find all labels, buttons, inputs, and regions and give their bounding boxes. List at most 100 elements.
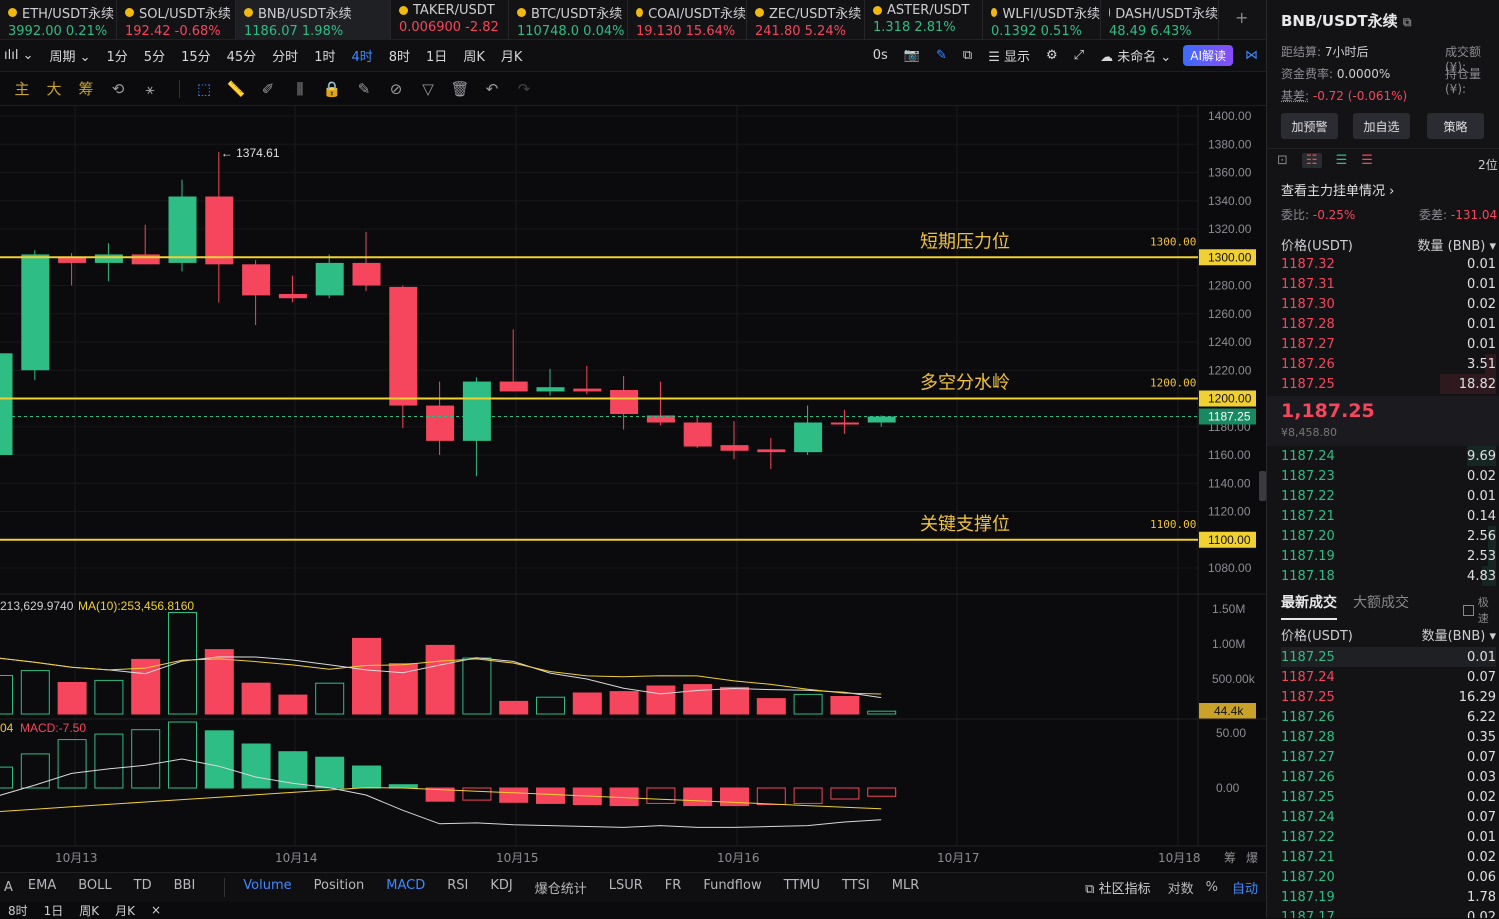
price-chart[interactable]: 1400.00 1380.00 1360.00 1340.00 1320.00 1300.… [0, 106, 1266, 872]
ticker-tab[interactable]: TAKER/USDT 0.006900 -2.82 [391, 0, 509, 40]
add-favorite-button[interactable]: 加自选 [1353, 113, 1410, 139]
interval-4[interactable]: 45分 [219, 46, 265, 65]
indicator-ema[interactable]: EMA [17, 878, 67, 897]
strategy-button[interactable]: 策略 [1427, 113, 1484, 139]
indicator-fr[interactable]: FR [654, 878, 693, 897]
mode-bids-icon[interactable]: ☰ [1336, 153, 1348, 168]
redo-icon[interactable]: ↷ [508, 80, 540, 98]
community-indicators[interactable]: ⧉ 社区指标 [1074, 878, 1161, 897]
lock-icon[interactable]: 🔒 [316, 80, 348, 98]
indicator-rsi[interactable]: RSI [436, 878, 479, 897]
bottom-interval-3[interactable]: 月K [107, 902, 143, 919]
orderbook-row[interactable]: 1187.32 0.01 [1281, 254, 1496, 274]
orderbook-row[interactable]: 1187.21 0.14 [1281, 506, 1496, 526]
indicator-爆仓统计[interactable]: 爆仓统计 [524, 878, 598, 897]
indicator-ttsi[interactable]: TTSI [831, 878, 881, 897]
indicator-kdj[interactable]: KDJ [479, 878, 523, 897]
indicator-mlr[interactable]: MLR [881, 878, 931, 897]
interval-5[interactable]: 分时 [264, 46, 306, 65]
burst-toggle[interactable]: 爆 [1246, 851, 1258, 865]
indicator-ttmu[interactable]: TTMU [773, 878, 831, 897]
pen-icon[interactable]: ✎ [928, 48, 955, 63]
ticker-tab[interactable]: ETH/USDT永续 3992.00 0.21% [0, 0, 117, 40]
mode-both-icon[interactable]: ⊡ [1277, 153, 1288, 168]
indicator-volume[interactable]: Volume [224, 878, 302, 897]
trash-icon[interactable]: 🗑 [444, 80, 476, 98]
checkbox[interactable] [1463, 605, 1474, 616]
header-qty[interactable]: 数量 (BNB) ▾ [1417, 235, 1496, 254]
fullscreen-icon[interactable]: ⤢ [1066, 48, 1092, 63]
depth-select[interactable]: 2位 [1478, 156, 1498, 173]
brush-icon[interactable]: ✐ [252, 80, 284, 98]
bottom-interval-0[interactable]: 8时 [0, 902, 36, 919]
orderbook-row[interactable]: 1187.30 0.02 [1281, 294, 1496, 314]
orderbook-row[interactable]: 1187.31 0.01 [1281, 274, 1496, 294]
main-indicator-button[interactable]: 主 [6, 78, 38, 99]
indicator-fundflow[interactable]: Fundflow [692, 878, 772, 897]
bottom-interval-1[interactable]: 1日 [36, 902, 72, 919]
mode-split-icon[interactable]: ☷ [1302, 153, 1322, 168]
indicator-bbi[interactable]: BBI [163, 878, 207, 897]
chip-toggle[interactable]: 筹 [1224, 851, 1236, 865]
orderbook-row[interactable]: 1187.19 2.53 [1281, 546, 1496, 566]
add-tab-button[interactable]: + [1219, 0, 1264, 39]
bottom-interval-2[interactable]: 周K [71, 902, 107, 919]
extreme-toggle[interactable]: 极速 [1463, 594, 1499, 626]
ticker-tab[interactable]: WLFI/USDT永续 0.1392 0.51% [983, 0, 1101, 40]
interval-7[interactable]: 4时 [343, 46, 380, 65]
add-alert-button[interactable]: 加预警 [1281, 113, 1338, 139]
indicator-lsur[interactable]: LSUR [598, 878, 654, 897]
indicator-macd[interactable]: MACD [375, 878, 436, 897]
note-icon[interactable]: ✎ [348, 80, 380, 98]
ai-button[interactable]: AI解读 [1183, 45, 1233, 66]
filter-icon[interactable]: ▽ [412, 80, 444, 98]
tab-latest-trades[interactable]: 最新成交 [1281, 592, 1337, 620]
orderbook-row[interactable]: 1187.24 9.69 [1281, 446, 1496, 466]
interval-9[interactable]: 1日 [418, 46, 455, 65]
layout-menu[interactable]: ☁ 未命名 ⌄ [1092, 46, 1179, 65]
chart-type-icon[interactable]: ılıl ⌄ [0, 48, 41, 63]
trades-header-qty[interactable]: 数量(BNB) ▾ [1422, 625, 1496, 644]
ticker-tab[interactable]: BNB/USDT永续 1186.07 1.98% [236, 0, 391, 40]
interval-1[interactable]: 1分 [99, 46, 136, 65]
chip-button[interactable]: 筹 [70, 78, 102, 99]
ticker-tab[interactable]: BTC/USDT永续 110748.0 0.04% [509, 0, 628, 40]
main-orders-link[interactable]: 查看主力挂单情况 › [1281, 180, 1394, 199]
candles-icon[interactable]: ⫼ [284, 80, 316, 98]
indicator-boll[interactable]: BOLL [67, 878, 122, 897]
interval-2[interactable]: 5分 [136, 46, 173, 65]
settings-icon[interactable]: ⚙ [1038, 48, 1066, 63]
cursor-icon[interactable]: ⬚ [188, 80, 220, 98]
orderbook-row[interactable]: 1187.28 0.01 [1281, 314, 1496, 334]
interval-0[interactable]: 周期 ⌄ [41, 46, 98, 65]
orderbook-row[interactable]: 1187.25 18.82 [1281, 374, 1496, 394]
orderbook-row[interactable]: 1187.22 0.01 [1281, 486, 1496, 506]
indicator-td[interactable]: TD [123, 878, 163, 897]
orderbook-row[interactable]: 1187.27 0.01 [1281, 334, 1496, 354]
ruler-icon[interactable]: 📏 [220, 80, 252, 98]
ticker-tab[interactable]: DASH/USDT永续 48.49 6.43% [1101, 0, 1219, 40]
ticker-tab[interactable]: SOL/USDT永续 192.42 -0.68% [117, 0, 236, 40]
display-menu[interactable]: ☰ 显示 [980, 46, 1038, 65]
indicator-position[interactable]: Position [303, 878, 376, 897]
close-icon[interactable]: × [143, 903, 169, 917]
copy-icon[interactable]: ⧉ [1403, 15, 1412, 29]
orderbook-row[interactable]: 1187.26 3.51 [1281, 354, 1496, 374]
mode-asks-icon[interactable]: ☰ [1361, 153, 1373, 168]
magic-icon[interactable]: ⚹ [134, 80, 166, 98]
chart-canvas[interactable]: 1400.00 1380.00 1360.00 1340.00 1320.00 1300.… [0, 106, 1266, 872]
log-toggle[interactable]: 对数 [1162, 878, 1200, 897]
ticker-tab[interactable]: COAI/USDT永续 19.130 15.64% [628, 0, 747, 40]
camera-icon[interactable]: 📷 [896, 48, 928, 63]
ticker-tab[interactable]: ASTER/USDT 1.318 2.81% [865, 0, 983, 40]
interval-3[interactable]: 15分 [173, 46, 219, 65]
auto-toggle[interactable]: 自动 [1224, 878, 1266, 897]
copy-icon[interactable]: ⧉ [955, 48, 980, 63]
tab-large-trades[interactable]: 大额成交 [1353, 592, 1409, 620]
big-order-button[interactable]: 大 [38, 78, 70, 99]
magnet-icon[interactable]: ⊘ [380, 80, 412, 98]
orderbook-row[interactable]: 1187.18 4.83 [1281, 566, 1496, 586]
sync-icon[interactable]: ⟲ [102, 80, 134, 98]
ticker-tab[interactable]: ZEC/USDT永续 241.80 5.24% [747, 0, 865, 40]
interval-6[interactable]: 1时 [306, 46, 343, 65]
